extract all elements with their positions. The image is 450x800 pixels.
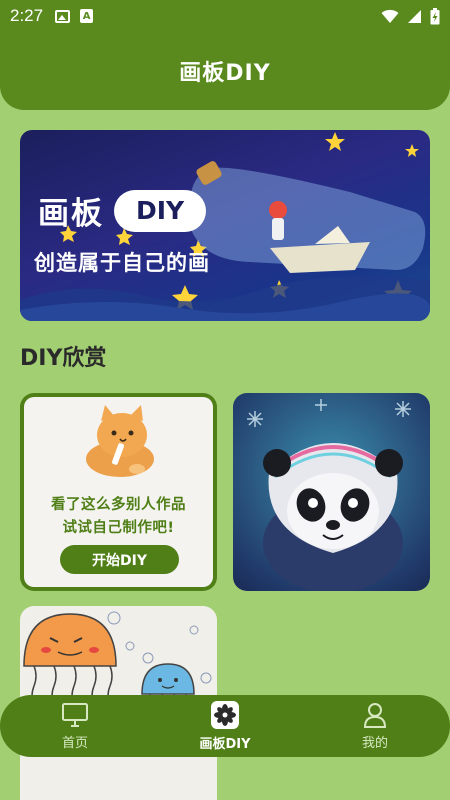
nav-label-mine: 我的 — [361, 735, 388, 751]
signal-icon — [408, 9, 421, 23]
status-system-icons — [381, 7, 440, 25]
nav-label-diy: 画板DIY — [199, 736, 251, 752]
monitor-icon — [62, 702, 88, 727]
banner-subtitle: 创造属于自己的画 — [34, 251, 210, 275]
promo-line-1: 看了这么多别人作品 — [51, 497, 186, 513]
status-time: 2:27 — [10, 6, 44, 25]
status-notifications: A — [55, 9, 94, 23]
banner-title-row: 画板 DIY — [38, 188, 207, 233]
wifi-icon — [381, 9, 399, 23]
battery-charging-icon — [430, 7, 440, 24]
promo-line-2: 试试自己制作吧! — [62, 520, 175, 536]
status-bar: 2:27 A — [0, 0, 450, 32]
nav-label-home: 首页 — [61, 735, 88, 751]
promo-card-inner: 看了这么多别人作品 试试自己制作吧! 开始DIY — [24, 397, 213, 587]
image-icon — [55, 9, 71, 23]
banner-title: 画板 — [38, 196, 104, 232]
app-header: 画板DIY — [0, 32, 450, 110]
cat-illustration — [86, 405, 154, 477]
flower-icon — [211, 700, 239, 729]
page-title: 画板DIY — [179, 61, 271, 86]
banner-pill: DIY — [114, 189, 207, 232]
user-icon — [363, 702, 387, 728]
nav-item-diy[interactable]: 画板DIY — [165, 700, 285, 752]
bottom-nav: 首页 画板DIY 我的 — [0, 695, 450, 757]
banner[interactable]: 画板 DIY 创造属于自己的画 — [20, 130, 430, 321]
section-title: DIY欣赏 — [20, 346, 107, 371]
nav-item-home[interactable]: 首页 — [15, 702, 135, 751]
artwork-card-panda[interactable] — [233, 393, 430, 591]
start-diy-button[interactable]: 开始DIY — [60, 545, 179, 574]
nav-item-mine[interactable]: 我的 — [315, 702, 435, 751]
panda-artwork — [247, 399, 411, 591]
font-a-icon: A — [80, 9, 94, 23]
promo-card[interactable]: 看了这么多别人作品 试试自己制作吧! 开始DIY — [20, 393, 217, 591]
